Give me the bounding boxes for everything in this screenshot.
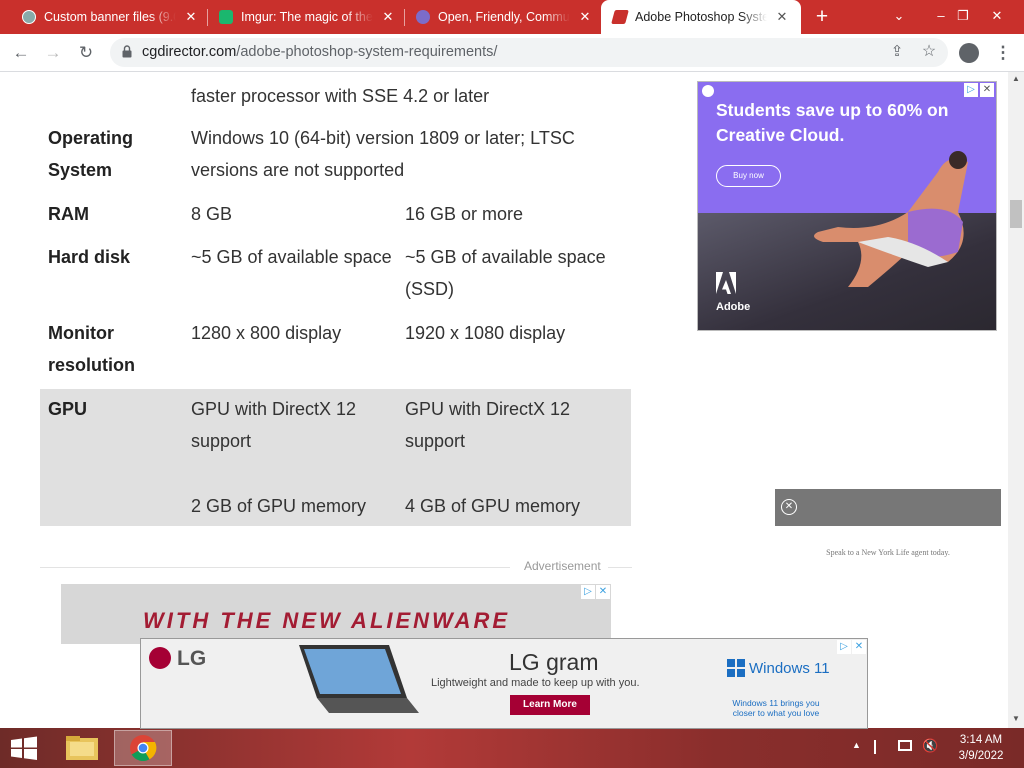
tab-title: Open, Friendly, Community [438, 10, 570, 24]
new-tab-button[interactable]: + [810, 5, 834, 29]
bookmark-star-icon[interactable]: ☆ [916, 39, 942, 65]
url-path: /adobe-photoshop-system-requirements/ [236, 44, 498, 60]
spec-disk-rec: ~5 GB of available space (SSD) [405, 247, 606, 299]
windows-11-title: Windows 11 [749, 660, 830, 677]
url-text[interactable]: cgdirector.com/adobe-photoshop-system-re… [142, 44, 497, 60]
windows-start-icon[interactable] [0, 728, 48, 768]
ad-badge-icon [702, 85, 714, 97]
spec-label-disk: Hard disk [48, 247, 131, 267]
alienware-ad-text: WITH THE NEW ALIENWARE [143, 608, 511, 633]
windows-logo-icon [727, 659, 745, 677]
spec-label-os: Operating System [48, 128, 134, 180]
ad-close-icon[interactable]: ✕ [980, 83, 994, 97]
lg-ad-title: LG gram [509, 649, 599, 675]
nyl-ad-text[interactable]: Speak to a New York Life agent today. [775, 548, 1001, 557]
spec-monitor-rec: 1920 x 1080 display [405, 323, 566, 343]
menu-kebab-icon[interactable]: ⋮ [990, 40, 1016, 66]
file-explorer-icon[interactable] [58, 730, 106, 766]
alienware-ad[interactable]: WITH THE NEW ALIENWARE ▷ ✕ [61, 584, 611, 644]
tab-community[interactable]: Open, Friendly, Community ✕ [416, 0, 601, 34]
lg-ad-subtitle: Lightweight and made to keep up with you… [431, 677, 640, 689]
dancer-image [814, 151, 968, 287]
tab-custom-banner[interactable]: Custom banner files (9.0... ✕ [22, 0, 207, 34]
back-button[interactable]: ← [8, 40, 34, 66]
share-icon[interactable]: ⇪ [884, 39, 910, 65]
chrome-taskbar-button[interactable] [114, 730, 172, 766]
system-clock[interactable]: 3:14 AM 3/9/2022 [946, 732, 1016, 764]
spec-monitor-min: 1280 x 800 display [191, 323, 342, 343]
ball-icon [416, 10, 430, 24]
windows-taskbar: ▲ 🔇 3:14 AM 3/9/2022 [0, 728, 1024, 768]
clock-time: 3:14 AM [959, 734, 1003, 746]
browser-toolbar: ← → ↻ cgdirector.com/adobe-photoshop-sys… [0, 34, 1024, 72]
ad-close-icon[interactable]: ✕ [596, 585, 610, 599]
spec-gpu-min: GPU with DirectX 12 support [191, 399, 357, 451]
close-icon[interactable]: ✕ [379, 9, 397, 25]
close-icon[interactable]: ✕ [182, 9, 200, 25]
restore-button[interactable]: ❐ [946, 0, 980, 34]
address-bar[interactable]: cgdirector.com/adobe-photoshop-system-re… [110, 38, 948, 67]
close-icon[interactable]: ✕ [773, 9, 791, 25]
tab-title: Custom banner files (9.0... [44, 10, 176, 24]
spec-gpu-min-memory: 2 GB of GPU memory [191, 496, 367, 516]
nyl-ad-bar: ✕ [775, 489, 1001, 526]
cpu-spec-continued: faster processor with SSE 4.2 or later [191, 86, 490, 106]
tab-strip: Custom banner files (9.0... ✕ Imgur: The… [0, 0, 1024, 34]
spec-ram-rec: 16 GB or more [405, 204, 524, 224]
spec-label-ram: RAM [48, 204, 89, 224]
scroll-down-icon[interactable]: ▼ [1012, 714, 1020, 723]
show-hidden-icons[interactable]: ▲ [852, 740, 861, 750]
tab-photoshop[interactable]: Adobe Photoshop System Requirements ✕ [601, 0, 801, 34]
profile-avatar-icon[interactable] [959, 43, 979, 63]
scroll-up-icon[interactable]: ▲ [1012, 74, 1020, 83]
windows-11-subtitle: Windows 11 brings you closer to what you… [732, 698, 820, 718]
ad-close-icon[interactable]: ✕ [852, 640, 866, 654]
adchoices-icon[interactable]: ▷ [837, 640, 851, 654]
imgur-icon [219, 10, 233, 24]
forward-button[interactable]: → [40, 40, 66, 66]
close-window-button[interactable]: ✕ [980, 0, 1014, 34]
cgdirector-icon [611, 10, 629, 24]
lock-icon[interactable] [122, 45, 132, 58]
advertisement-label: Advertisement [524, 559, 601, 573]
adchoices-icon[interactable]: ▷ [964, 83, 978, 97]
scrollbar-thumb[interactable] [1010, 200, 1022, 228]
volume-muted-icon[interactable]: 🔇 [922, 738, 938, 754]
spec-gpu-rec-memory: 4 GB of GPU memory [405, 496, 581, 516]
page-scrollbar[interactable]: ▲ ▼ [1008, 72, 1024, 728]
reload-button[interactable]: ↻ [73, 40, 99, 66]
tab-imgur[interactable]: Imgur: The magic of the Internet ✕ [219, 0, 404, 34]
chrome-icon [130, 735, 157, 762]
tab-title: Adobe Photoshop System Requirements [635, 10, 767, 24]
adobe-logo-icon [716, 272, 736, 294]
tab-title: Imgur: The magic of the Internet [241, 10, 373, 24]
action-center-flag-icon[interactable] [874, 740, 888, 754]
page-content: faster processor with SSE 4.2 or later O… [0, 72, 1008, 728]
adobe-ad[interactable]: Students save up to 60% on Creative Clou… [697, 81, 997, 331]
buy-now-button[interactable]: Buy now [716, 165, 781, 187]
spec-gpu-rec: GPU with DirectX 12 support [405, 399, 571, 451]
spec-label-monitor: Monitor resolution [48, 323, 136, 375]
lg-logo-icon [149, 647, 171, 669]
clock-date: 3/9/2022 [958, 750, 1004, 762]
globe-icon [22, 10, 36, 24]
lg-gram-ad[interactable]: LG LG gram Lightweight and made to keep … [140, 638, 868, 729]
spec-label-gpu: GPU [48, 399, 88, 419]
network-icon[interactable] [898, 740, 912, 751]
learn-more-button[interactable]: Learn More [510, 695, 590, 715]
spec-os-min: Windows 10 (64-bit) version 1809 or late… [191, 128, 575, 180]
close-ad-icon[interactable]: ✕ [781, 499, 797, 515]
ad-divider [608, 567, 632, 568]
ad-divider [40, 567, 510, 568]
adobe-ad-headline: Students save up to 60% on Creative Clou… [716, 100, 949, 145]
adchoices-icon[interactable]: ▷ [581, 585, 595, 599]
lg-brand-text: LG [177, 647, 207, 670]
url-domain: cgdirector.com [142, 44, 237, 60]
laptop-image [299, 645, 419, 713]
close-icon[interactable]: ✕ [576, 9, 594, 25]
tab-search-icon[interactable]: ⌄ [882, 0, 916, 34]
adobe-brand-text: Adobe [716, 301, 751, 313]
spec-ram-min: 8 GB [191, 204, 233, 224]
spec-disk-min: ~5 GB of available space [191, 247, 392, 267]
